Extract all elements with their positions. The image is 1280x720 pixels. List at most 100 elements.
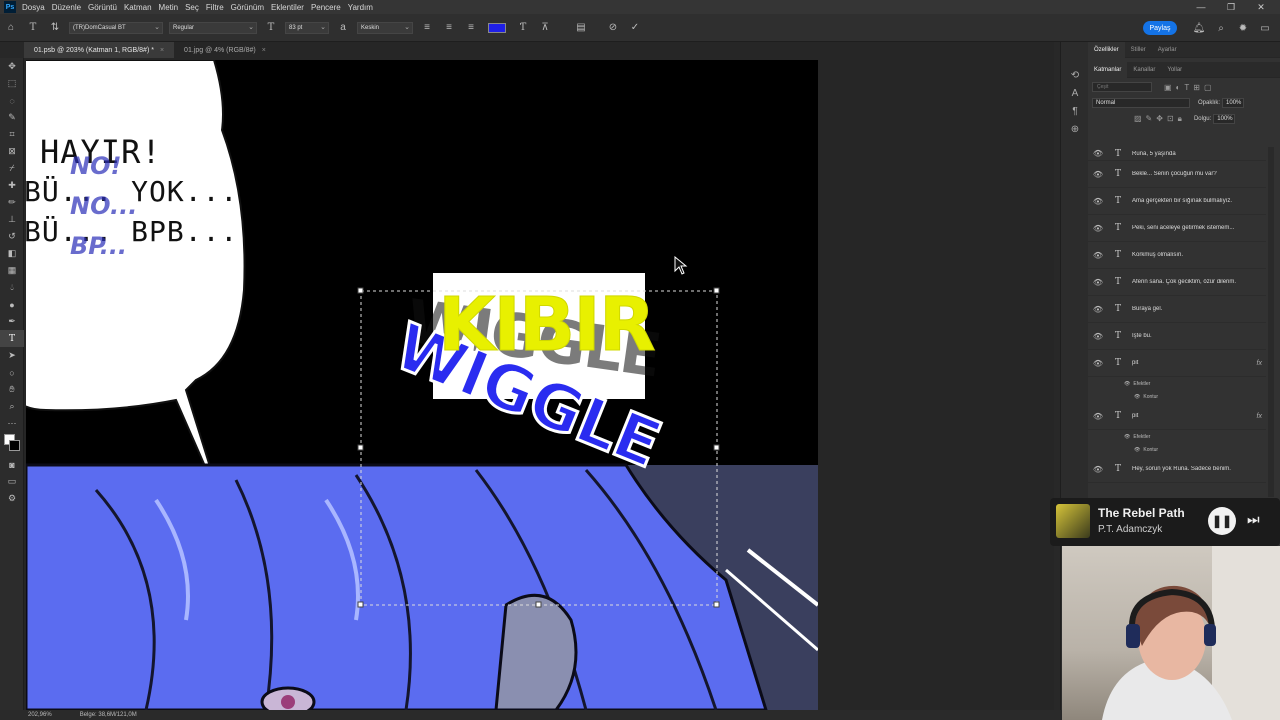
align-left-icon[interactable]: ≡ bbox=[420, 21, 434, 35]
tab-document-psb[interactable]: 01.psb @ 203% (Katman 1, RGB/8#) * × bbox=[24, 42, 175, 58]
color-swatches[interactable] bbox=[0, 432, 24, 456]
shape-tool-icon[interactable]: ○ bbox=[0, 364, 24, 381]
layer-effects-badge[interactable]: fx bbox=[1257, 413, 1262, 420]
layer-filter-input[interactable]: Çeşit bbox=[1092, 82, 1152, 92]
3d-text-icon[interactable]: ⊼ bbox=[538, 21, 552, 35]
type-tool-preset-icon[interactable]: T bbox=[26, 21, 40, 35]
move-tool-icon[interactable]: ✥ bbox=[0, 58, 24, 75]
clone-stamp-tool-icon[interactable]: ⊥ bbox=[0, 211, 24, 228]
menu-layer[interactable]: Katman bbox=[124, 3, 152, 12]
cancel-edit-icon[interactable]: ⊘ bbox=[606, 21, 620, 35]
layer-row[interactable]: 👁︎ T İşte bu. bbox=[1088, 323, 1266, 350]
visibility-eye-icon[interactable]: 👁︎ bbox=[1088, 359, 1108, 368]
layer-row[interactable]: 👁︎ T Buraya gel. bbox=[1088, 296, 1266, 323]
zoom-tool-icon[interactable]: ⌕ bbox=[0, 398, 24, 415]
quick-mask-icon[interactable]: ◙ bbox=[0, 456, 24, 473]
eraser-tool-icon[interactable]: ◧ bbox=[0, 245, 24, 262]
visibility-eye-icon[interactable]: 👁︎ bbox=[1088, 305, 1108, 314]
tips-icon[interactable]: ✹ bbox=[1236, 21, 1250, 35]
close-window-button[interactable]: ✕ bbox=[1246, 0, 1276, 14]
canvas-area[interactable]: HAYIR! BÜ... YOK... BÜ... BPB... NO! NO.… bbox=[24, 58, 1054, 710]
tab-styles[interactable]: Stiller bbox=[1125, 42, 1152, 58]
layer-row[interactable]: 👁︎ Tpit fx bbox=[1088, 403, 1266, 430]
text-orientation-icon[interactable]: ⇅ bbox=[48, 21, 62, 35]
hand-tool-icon[interactable]: ✋︎ bbox=[0, 381, 24, 398]
edit-toolbar-icon[interactable]: ⚙ bbox=[0, 490, 24, 507]
stroke-effect-row[interactable]: 👁︎ Kontur bbox=[1088, 390, 1266, 403]
align-center-icon[interactable]: ≡ bbox=[442, 21, 456, 35]
lock-icons[interactable]: ▨✎✥⊡🔒︎ bbox=[1134, 114, 1186, 124]
effects-eye-icon[interactable]: 👁︎ bbox=[1124, 434, 1130, 440]
marquee-tool-icon[interactable]: ⬚ bbox=[0, 75, 24, 92]
character-panel-icon[interactable]: A bbox=[1061, 84, 1089, 102]
tab-adjustments[interactable]: Ayarlar bbox=[1152, 42, 1183, 58]
character-panel-icon[interactable]: ▤ bbox=[574, 21, 588, 35]
layer-filter-icons[interactable]: ▣◐T⊞▢ bbox=[1164, 83, 1216, 92]
close-tab-icon[interactable]: × bbox=[262, 47, 266, 54]
workspace-icon[interactable]: ▭ bbox=[1258, 21, 1272, 35]
menu-view[interactable]: Görünüm bbox=[231, 3, 264, 12]
tab-paths[interactable]: Yollar bbox=[1161, 62, 1188, 78]
effects-row[interactable]: 👁︎ Efektler bbox=[1088, 377, 1266, 390]
align-right-icon[interactable]: ≡ bbox=[464, 21, 478, 35]
menu-help[interactable]: Yardım bbox=[348, 3, 373, 12]
layer-row[interactable]: 👁︎ T Hey, sorun yok Runa. Sadece benim. bbox=[1088, 456, 1266, 483]
visibility-eye-icon[interactable]: 👁︎ bbox=[1088, 465, 1108, 474]
layer-row[interactable]: 👁︎ T Peki, seni aceleye getirmek istemem..… bbox=[1088, 215, 1266, 242]
zoom-level[interactable]: 202,96% bbox=[28, 712, 52, 718]
stroke-effect-row[interactable]: 👁︎ Kontur bbox=[1088, 443, 1266, 456]
menu-select[interactable]: Seç bbox=[185, 3, 199, 12]
layer-effects-badge[interactable]: fx bbox=[1257, 360, 1262, 367]
layer-row[interactable]: 👁︎ T Ama gerçekten bir sığınak bulmalıyız. bbox=[1088, 188, 1266, 215]
brush-tool-icon[interactable]: ✏ bbox=[0, 194, 24, 211]
pen-tool-icon[interactable]: ✒ bbox=[0, 313, 24, 330]
type-tool-icon[interactable]: T bbox=[0, 330, 24, 347]
visibility-eye-icon[interactable]: 👁︎ bbox=[1088, 197, 1108, 206]
opacity-input[interactable]: 100% bbox=[1222, 98, 1245, 108]
visibility-eye-icon[interactable]: 👁︎ bbox=[1088, 170, 1108, 179]
visibility-eye-icon[interactable]: 👁︎ bbox=[1088, 278, 1108, 287]
menu-filter[interactable]: Filtre bbox=[206, 3, 224, 12]
home-icon[interactable]: ⌂ bbox=[4, 21, 18, 35]
visibility-eye-icon[interactable]: 👁︎ bbox=[1088, 412, 1108, 421]
layer-row[interactable]: 👁︎ T Aferin sana. Çok geciktim, özür diler… bbox=[1088, 269, 1266, 296]
glyphs-panel-icon[interactable]: ⊕ bbox=[1061, 120, 1089, 138]
visibility-eye-icon[interactable]: 👁︎ bbox=[1088, 149, 1108, 158]
blur-tool-icon[interactable]: 💧︎ bbox=[0, 279, 24, 296]
healing-brush-tool-icon[interactable]: ✚ bbox=[0, 177, 24, 194]
lasso-tool-icon[interactable]: ◌ bbox=[0, 92, 24, 109]
path-selection-tool-icon[interactable]: ➤ bbox=[0, 347, 24, 364]
commit-edit-icon[interactable]: ✓ bbox=[628, 21, 642, 35]
layer-row[interactable]: 👁︎ T Runa, 5 yaşında bbox=[1088, 147, 1266, 161]
effects-eye-icon[interactable]: 👁︎ bbox=[1124, 381, 1130, 387]
font-size-select[interactable]: 83 pt bbox=[285, 21, 329, 34]
pause-icon[interactable]: ❚❚ bbox=[1208, 507, 1236, 535]
tab-layers[interactable]: Katmanlar bbox=[1088, 61, 1128, 78]
menu-file[interactable]: Dosya bbox=[22, 3, 45, 12]
visibility-eye-icon[interactable]: 👁︎ bbox=[1088, 332, 1108, 341]
menu-plugins[interactable]: Eklentiler bbox=[271, 3, 304, 12]
stroke-eye-icon[interactable]: 👁︎ bbox=[1134, 447, 1140, 453]
menu-type[interactable]: Metin bbox=[159, 3, 179, 12]
antialias-select[interactable]: Keskin bbox=[357, 21, 413, 34]
blend-mode-select[interactable]: Normal bbox=[1092, 98, 1190, 108]
more-tools-icon[interactable]: ⋯ bbox=[0, 415, 24, 432]
menu-window[interactable]: Pencere bbox=[311, 3, 341, 12]
quick-select-tool-icon[interactable]: ✎ bbox=[0, 109, 24, 126]
menu-image[interactable]: Görüntü bbox=[88, 3, 117, 12]
text-color-swatch[interactable] bbox=[488, 22, 506, 33]
tab-document-jpg[interactable]: 01.jpg @ 4% (RGB/8#) × bbox=[174, 42, 276, 58]
font-family-select[interactable]: (TR)DomCasual BT bbox=[69, 21, 163, 34]
layer-row[interactable]: 👁︎ Tpit fx bbox=[1088, 350, 1266, 377]
crop-tool-icon[interactable]: ⌗ bbox=[0, 126, 24, 143]
sfx-yellow-text[interactable]: KIBIR bbox=[438, 282, 657, 369]
fill-input[interactable]: 100% bbox=[1213, 114, 1236, 124]
history-brush-tool-icon[interactable]: ↺ bbox=[0, 228, 24, 245]
warp-text-icon[interactable]: Ƭ bbox=[516, 21, 530, 35]
screen-mode-icon[interactable]: ▭ bbox=[0, 473, 24, 490]
font-style-select[interactable]: Regular bbox=[169, 21, 257, 34]
notifications-icon[interactable]: 🔔︎ bbox=[1192, 21, 1206, 35]
stroke-eye-icon[interactable]: 👁︎ bbox=[1134, 394, 1140, 400]
minimize-button[interactable]: — bbox=[1186, 0, 1216, 14]
paragraph-panel-icon[interactable]: ¶ bbox=[1061, 102, 1089, 120]
